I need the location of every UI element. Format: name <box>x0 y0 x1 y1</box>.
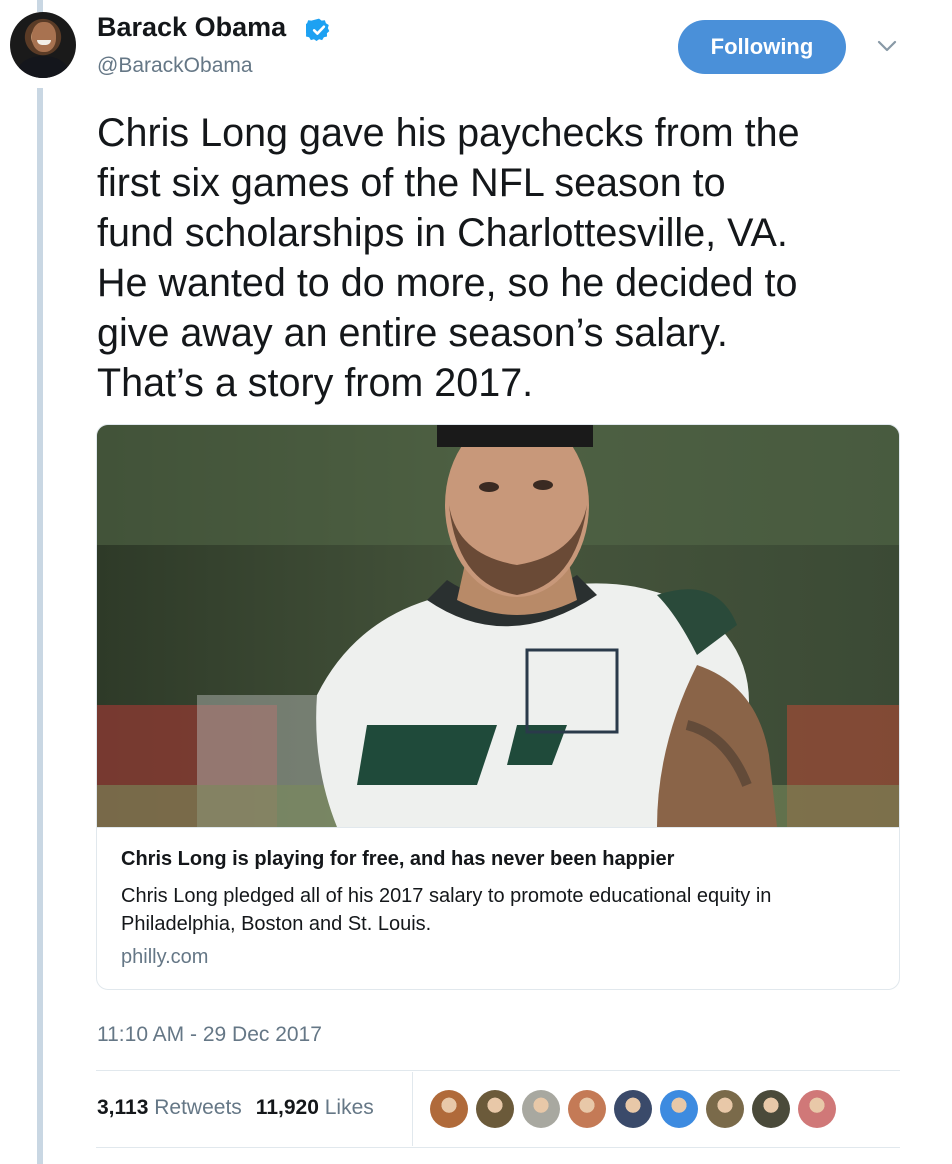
stats-divider-bottom <box>96 1147 900 1148</box>
liker-avatar[interactable] <box>752 1090 790 1128</box>
tweet-stats: 3,113 Retweets 11,920 Likes <box>97 1096 374 1120</box>
thread-line <box>37 88 43 1164</box>
likes-label: Likes <box>324 1096 374 1119</box>
tweet-timestamp[interactable]: 11:10 AM - 29 Dec 2017 <box>97 1023 322 1047</box>
likes-count: 11,920 <box>255 1096 319 1119</box>
following-button[interactable]: Following <box>678 20 846 74</box>
card-body: Chris Long is playing for free, and has … <box>97 827 899 989</box>
liker-avatars <box>430 1090 836 1128</box>
stats-separator <box>412 1072 413 1146</box>
chevron-down-icon[interactable] <box>874 36 900 56</box>
card-title: Chris Long is playing for free, and has … <box>121 848 675 870</box>
retweets-label: Retweets <box>154 1096 242 1119</box>
thread-line-top <box>37 0 43 12</box>
liker-avatar[interactable] <box>706 1090 744 1128</box>
liker-avatar[interactable] <box>476 1090 514 1128</box>
liker-avatar[interactable] <box>614 1090 652 1128</box>
stats-divider-top <box>96 1070 900 1071</box>
liker-avatar[interactable] <box>660 1090 698 1128</box>
author-name[interactable]: Barack Obama <box>97 12 286 43</box>
tweet-text: Chris Long gave his paychecks from the f… <box>97 111 800 405</box>
author-handle[interactable]: @BarackObama <box>97 54 253 78</box>
likes-stat[interactable]: 11,920 Likes <box>256 1096 374 1120</box>
retweets-count: 3,113 <box>97 1096 149 1119</box>
liker-avatar[interactable] <box>522 1090 560 1128</box>
retweets-stat[interactable]: 3,113 Retweets <box>97 1096 242 1120</box>
liker-avatar[interactable] <box>798 1090 836 1128</box>
verified-badge-icon <box>306 18 330 41</box>
avatar[interactable] <box>10 12 76 78</box>
card-domain: philly.com <box>121 946 209 968</box>
liker-avatar[interactable] <box>568 1090 606 1128</box>
card-image <box>97 425 899 827</box>
link-card[interactable]: Chris Long is playing for free, and has … <box>96 424 900 990</box>
liker-avatar[interactable] <box>430 1090 468 1128</box>
card-description: Chris Long pledged all of his 2017 salar… <box>121 885 772 935</box>
